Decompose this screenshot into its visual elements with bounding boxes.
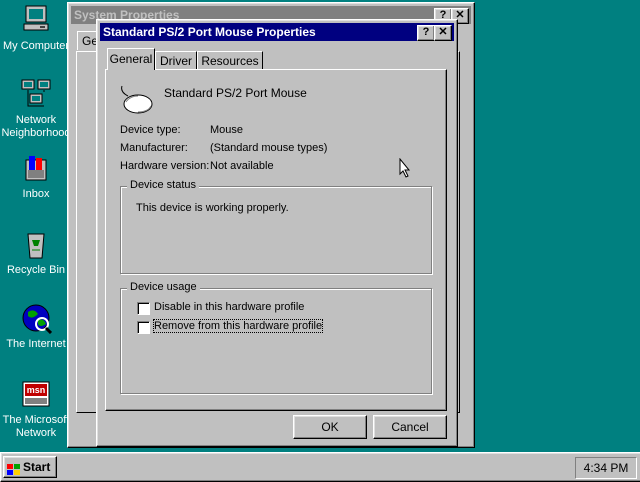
desktop-icon-label: The Microsoft — [2, 414, 70, 426]
device-type-value: Mouse — [210, 124, 244, 136]
desktop-icon-label: Network — [15, 114, 57, 126]
remove-profile-label[interactable]: Remove from this hardware profile — [152, 319, 324, 333]
device-usage-group: Device usage Disable in this hardware pr… — [120, 281, 432, 394]
desktop-icon-msn[interactable]: msn The Microsoft Network — [0, 378, 72, 440]
desktop-icon-label: Network — [15, 427, 57, 439]
desktop-icon-label: Inbox — [22, 188, 50, 200]
taskbar: Start 4:34 PM — [0, 452, 640, 482]
desktop-icon-label: Recycle Bin — [6, 264, 66, 276]
start-label: Start — [23, 460, 51, 474]
start-button[interactable]: Start — [3, 456, 57, 478]
recycle-bin-icon — [20, 228, 52, 260]
mouse-icon — [118, 82, 154, 116]
disable-profile-label[interactable]: Disable in this hardware profile — [154, 301, 304, 313]
desktop-icon-recycle-bin[interactable]: Recycle Bin — [0, 228, 72, 277]
help-button[interactable]: ? — [417, 25, 435, 41]
general-tab-panel: Standard PS/2 Port Mouse Device type: Mo… — [105, 69, 447, 411]
desktop-icon-network-neighborhood[interactable]: Network Neighborhood — [0, 78, 72, 140]
window-title: Standard PS/2 Port Mouse Properties — [103, 25, 316, 39]
hardware-version-label: Hardware version: — [120, 160, 210, 172]
svg-text:msn: msn — [27, 385, 46, 395]
hardware-version-value: Not available — [210, 160, 274, 172]
desktop-icon-inbox[interactable]: Inbox — [0, 152, 72, 201]
tab-general[interactable]: General — [107, 48, 155, 70]
device-status-title: Device status — [127, 179, 200, 191]
tab-label: General — [109, 52, 153, 66]
device-type-label: Device type: — [120, 124, 181, 136]
mouse-properties-titlebar[interactable]: Standard PS/2 Port Mouse Properties ? ✕ — [100, 23, 454, 41]
desktop-icon-label: My Computer — [2, 40, 70, 52]
inbox-icon — [20, 152, 52, 184]
disable-profile-checkbox[interactable] — [137, 302, 150, 315]
desktop-icon-label: The Internet — [6, 338, 66, 350]
manufacturer-label: Manufacturer: — [120, 142, 188, 154]
tab-driver[interactable]: Driver — [155, 51, 197, 70]
tab-resources[interactable]: Resources — [197, 51, 263, 70]
my-computer-icon — [20, 4, 52, 36]
desktop-icon-the-internet[interactable]: The Internet — [0, 302, 72, 351]
msn-icon: msn — [20, 378, 52, 410]
tab-label: Resources — [201, 54, 259, 68]
cancel-button[interactable]: Cancel — [373, 415, 447, 439]
mouse-cursor-icon — [399, 157, 411, 178]
internet-icon — [20, 302, 53, 335]
remove-profile-checkbox[interactable] — [137, 321, 150, 334]
tab-label: Driver — [160, 54, 192, 68]
manufacturer-value: (Standard mouse types) — [210, 142, 328, 154]
desktop-icon-label: Neighborhood — [1, 127, 71, 139]
device-status-text: This device is working properly. — [136, 202, 289, 214]
ok-button[interactable]: OK — [293, 415, 367, 439]
device-usage-title: Device usage — [127, 281, 200, 293]
network-neighborhood-icon — [20, 78, 52, 110]
windows-logo-icon — [7, 462, 21, 475]
device-name: Standard PS/2 Port Mouse — [164, 86, 307, 100]
taskbar-clock[interactable]: 4:34 PM — [575, 457, 637, 479]
close-button[interactable]: ✕ — [434, 25, 452, 41]
desktop-icon-my-computer[interactable]: My Computer — [0, 4, 72, 53]
mouse-properties-window[interactable]: Standard PS/2 Port Mouse Properties ? ✕ … — [96, 19, 458, 447]
device-status-group: Device status This device is working pro… — [120, 179, 432, 274]
